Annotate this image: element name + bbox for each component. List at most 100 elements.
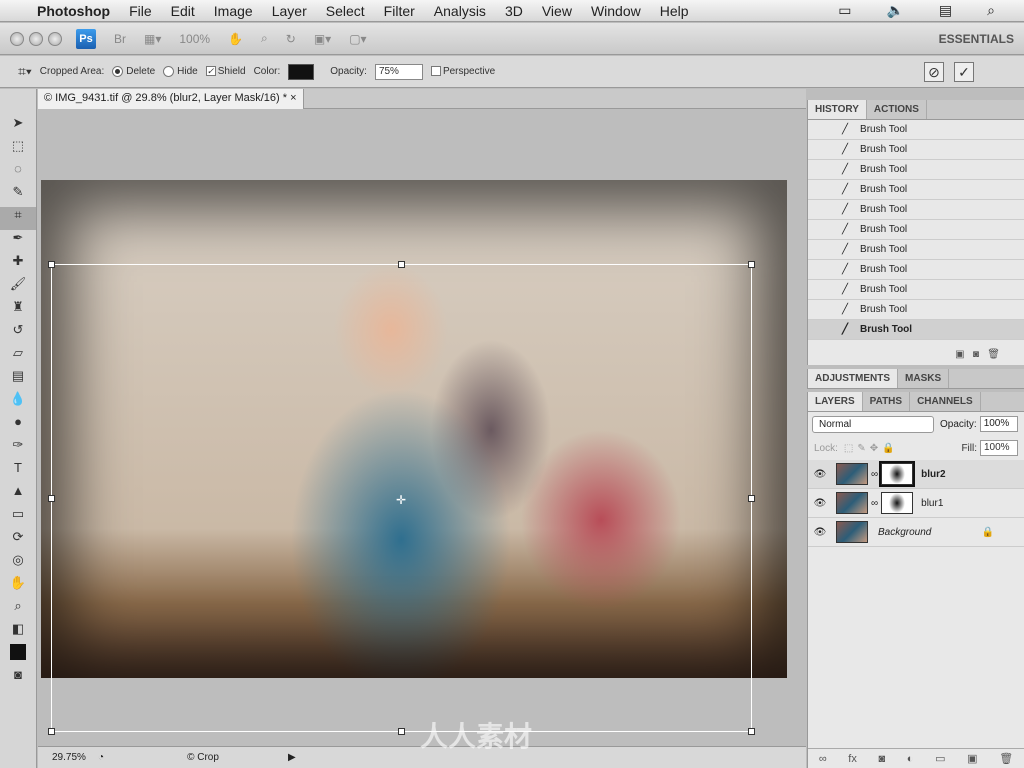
workspace-switcher[interactable]: ESSENTIALS <box>939 32 1014 46</box>
tab-layers[interactable]: LAYERS <box>808 392 863 411</box>
screen-mode-icon[interactable]: ▢▾ <box>349 32 366 46</box>
menu-help[interactable]: Help <box>660 3 689 19</box>
menu-layer[interactable]: Layer <box>272 3 307 19</box>
layer-mask-thumbnail[interactable] <box>879 461 916 487</box>
tab-adjustments[interactable]: ADJUSTMENTS <box>808 369 899 388</box>
display-icon[interactable]: ▭ <box>838 2 851 19</box>
lasso-tool-icon[interactable]: ◌ <box>0 161 36 184</box>
spotlight-search-icon[interactable]: ⌕ <box>987 2 995 19</box>
blur-tool-icon[interactable]: 💧 <box>0 391 36 414</box>
crop-handle[interactable] <box>398 728 405 735</box>
healing-brush-tool-icon[interactable]: ✚ <box>0 253 36 276</box>
cancel-crop-button[interactable]: ⊘ <box>924 61 944 82</box>
history-state[interactable]: ╱ Brush Tool <box>808 140 1024 160</box>
new-layer-icon[interactable]: ▣ <box>967 752 977 765</box>
tab-masks[interactable]: MASKS <box>898 369 950 388</box>
crop-handle[interactable] <box>48 728 55 735</box>
delete-layer-icon[interactable]: 🗑 <box>999 752 1013 765</box>
menu-app[interactable]: Photoshop <box>37 3 110 19</box>
chain-link-icon[interactable]: ∞ <box>871 469 878 480</box>
photo-image[interactable]: ✛ <box>41 180 787 735</box>
crop-handle[interactable] <box>48 495 55 502</box>
eyedropper-tool-icon[interactable]: ✒ <box>0 230 36 253</box>
history-state[interactable]: ╱ Brush Tool <box>808 300 1024 320</box>
crop-handle[interactable] <box>748 495 755 502</box>
layer-style-icon[interactable]: fx <box>848 753 857 765</box>
hide-radio[interactable]: Hide <box>163 65 198 77</box>
type-tool-icon[interactable]: T <box>0 460 36 483</box>
crop-handle[interactable] <box>748 261 755 268</box>
history-state[interactable]: ╱ Brush Tool <box>808 160 1024 180</box>
visibility-eye-icon[interactable]: 👁 <box>808 527 832 538</box>
menu-3d[interactable]: 3D <box>505 3 523 19</box>
gradient-tool-icon[interactable]: ▤ <box>0 368 36 391</box>
history-brush-tool-icon[interactable]: ↺ <box>0 322 36 345</box>
document-tab[interactable]: © IMG_9431.tif @ 29.8% (blur2, Layer Mas… <box>38 89 304 109</box>
bridge-button[interactable]: Br <box>114 32 126 46</box>
layer-row-blur1[interactable]: 👁 ∞ blur1 <box>808 489 1024 518</box>
hand-tool-icon[interactable]: ✋ <box>0 575 36 598</box>
new-snapshot-icon[interactable]: ◙ <box>973 349 979 360</box>
visibility-eye-icon[interactable]: 👁 <box>808 469 832 480</box>
crop-tool-icon[interactable]: ⌗ <box>0 207 36 230</box>
dodge-tool-icon[interactable]: ● <box>0 414 36 437</box>
history-state[interactable]: ╱ Brush Tool <box>808 200 1024 220</box>
history-state[interactable]: ╱ Brush Tool <box>808 120 1024 140</box>
arrange-documents-icon[interactable]: ▣▾ <box>314 32 331 46</box>
quick-selection-tool-icon[interactable]: ✎ <box>0 184 36 207</box>
clone-stamp-tool-icon[interactable]: ♜ <box>0 299 36 322</box>
history-state[interactable]: ╱ Brush Tool <box>808 240 1024 260</box>
history-state[interactable]: ╱ Brush Tool <box>808 260 1024 280</box>
zoom-tool-icon[interactable]: ⌕ <box>0 598 36 621</box>
zoom-level-select[interactable]: 100% <box>179 32 210 46</box>
crop-center-icon[interactable]: ✛ <box>396 493 406 507</box>
brush-tool-icon[interactable]: 🖌 <box>0 276 36 299</box>
new-group-icon[interactable]: ▭ <box>935 752 945 765</box>
layer-opacity-input[interactable]: 100% <box>979 416 1018 432</box>
hand-tool-icon[interactable]: ✋ <box>228 32 243 46</box>
history-state[interactable]: ╱ Brush Tool <box>808 320 1024 340</box>
crop-bounding-box[interactable]: ✛ <box>48 261 755 735</box>
minimize-window-button[interactable] <box>29 31 43 46</box>
lock-position-icon[interactable]: ✥ <box>870 443 878 454</box>
crop-handle[interactable] <box>48 261 55 268</box>
rotate-view-icon[interactable]: ↻ <box>286 32 296 46</box>
history-state[interactable]: ╱ Brush Tool <box>808 280 1024 300</box>
crop-handle[interactable] <box>748 728 755 735</box>
eraser-tool-icon[interactable]: ▱ <box>0 345 36 368</box>
fill-input[interactable]: 100% <box>980 440 1018 456</box>
volume-icon[interactable]: 🔈 <box>886 2 903 19</box>
close-document-icon[interactable]: × <box>290 92 296 104</box>
visibility-eye-icon[interactable]: 👁 <box>808 498 832 509</box>
tab-history[interactable]: HISTORY <box>808 100 867 119</box>
tab-paths[interactable]: PATHS <box>863 392 911 411</box>
link-layers-icon[interactable]: ∞ <box>819 753 827 765</box>
trash-icon[interactable]: 🗑 <box>987 349 1000 360</box>
crop-tool-preset-icon[interactable]: ⌗▾ <box>18 63 32 80</box>
path-selection-tool-icon[interactable]: ▲ <box>0 483 36 506</box>
status-arrow-icon[interactable]: ▶ <box>288 752 296 763</box>
menu-analysis[interactable]: Analysis <box>434 3 486 19</box>
lock-image-icon[interactable]: ✎ <box>857 443 865 454</box>
tab-actions[interactable]: ACTIONS <box>867 100 927 119</box>
menu-window[interactable]: Window <box>591 3 641 19</box>
quick-mask-icon[interactable]: ◙ <box>0 667 36 690</box>
adjustment-layer-icon[interactable]: ◐ <box>907 753 914 765</box>
zoom-window-button[interactable] <box>48 31 62 46</box>
blend-mode-select[interactable]: Normal <box>812 415 934 433</box>
foreground-color-swatch[interactable] <box>0 644 36 667</box>
shape-tool-icon[interactable]: ▭ <box>0 506 36 529</box>
view-extras-icon[interactable]: ▦▾ <box>144 32 161 46</box>
status-menu-icon[interactable]: ◔ <box>98 752 118 763</box>
marquee-tool-icon[interactable]: ⬚ <box>0 138 36 161</box>
close-window-button[interactable] <box>10 31 24 46</box>
layer-mask-thumbnail[interactable] <box>881 492 914 514</box>
shield-color-swatch[interactable] <box>288 63 315 80</box>
flag-icon[interactable]: ▤ <box>939 2 952 19</box>
perspective-checkbox[interactable]: Perspective <box>430 66 495 77</box>
zoom-tool-icon[interactable]: ⌕ <box>261 31 268 46</box>
commit-crop-button[interactable]: ✓ <box>954 61 974 82</box>
crop-handle[interactable] <box>398 261 405 268</box>
default-colors-icon[interactable]: ◧ <box>0 621 36 644</box>
history-state[interactable]: ╱ Brush Tool <box>808 220 1024 240</box>
